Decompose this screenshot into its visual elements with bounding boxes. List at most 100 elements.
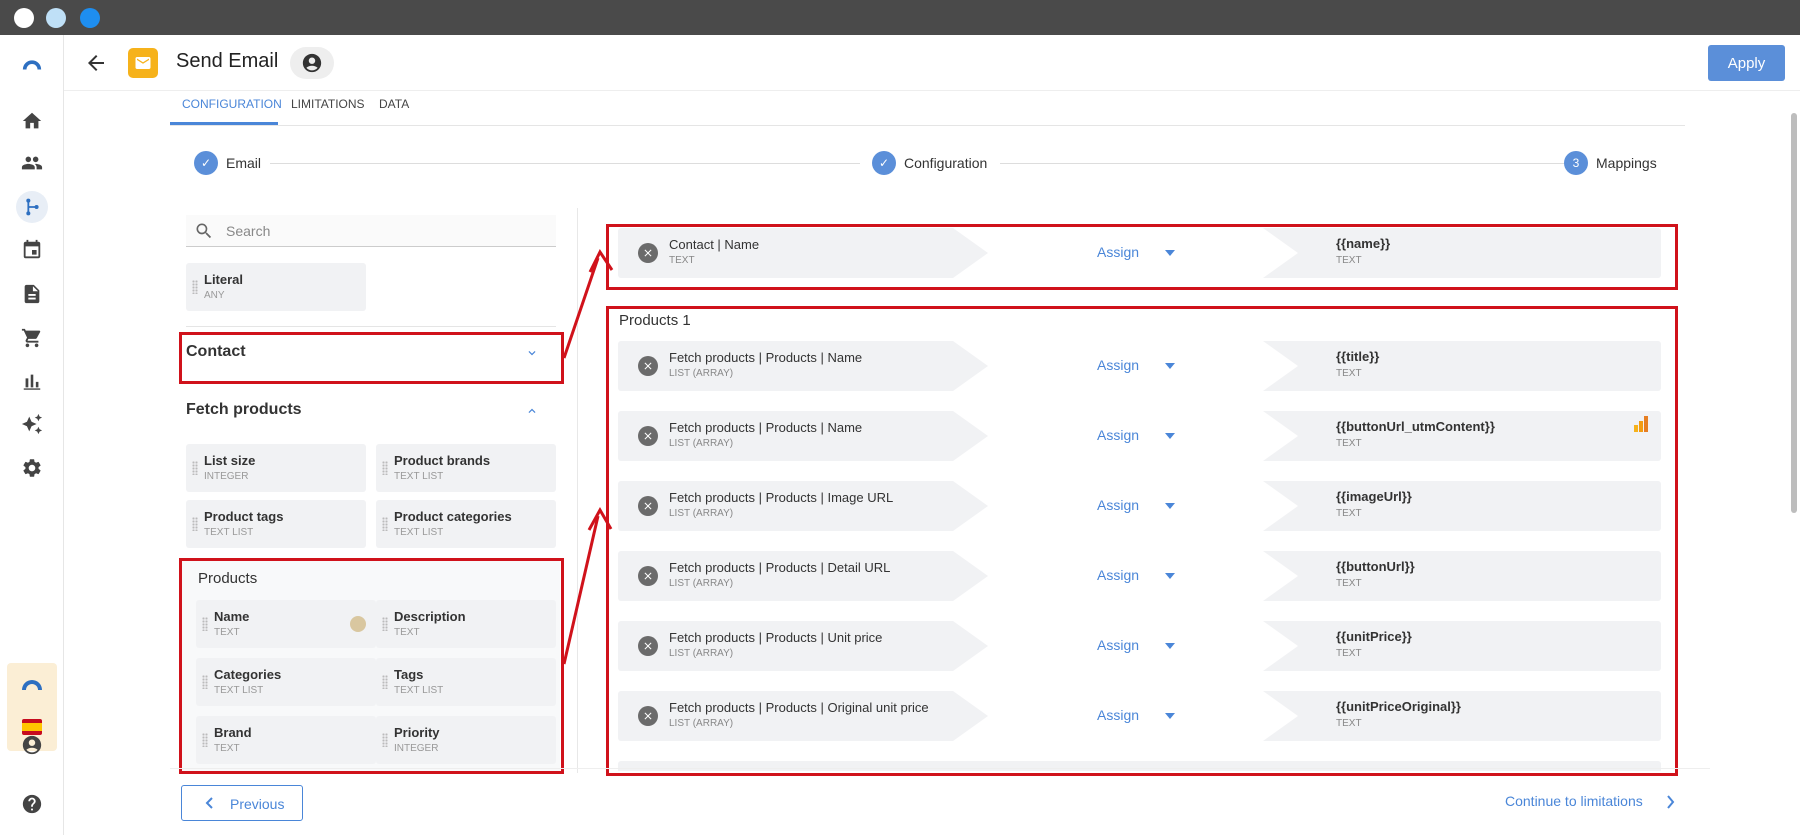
section-fetch-products[interactable]: Fetch products	[186, 401, 302, 419]
assign-dropdown[interactable]: Assign	[1097, 637, 1139, 653]
previous-button[interactable]: Previous	[181, 785, 303, 821]
analytics-bars-icon	[1634, 416, 1648, 432]
assign-caret-icon[interactable]	[1165, 713, 1175, 719]
source-chip-description[interactable]: Description TEXT	[376, 600, 556, 648]
remove-mapping-icon[interactable]	[638, 496, 658, 516]
mapping-row-contact-name[interactable]: Contact | Name TEXT Assign {{name}} TEXT	[618, 228, 1661, 278]
assign-dropdown[interactable]: Assign	[1097, 427, 1139, 443]
source-chip-product-brands[interactable]: Product brands TEXT LIST	[376, 444, 556, 492]
chip-type: TEXT LIST	[204, 527, 254, 538]
drag-handle-icon[interactable]	[382, 675, 388, 689]
chip-name: Literal	[204, 272, 244, 287]
remove-mapping-icon[interactable]	[638, 426, 658, 446]
remove-mapping-icon[interactable]	[638, 356, 658, 376]
cart-icon[interactable]	[16, 322, 48, 354]
chevron-up-icon[interactable]	[525, 404, 539, 418]
mapping-target-type: TEXT	[1336, 255, 1362, 266]
source-chip-priority[interactable]: Priority INTEGER	[376, 716, 556, 764]
source-chip-product-tags[interactable]: Product tags TEXT LIST	[186, 500, 366, 548]
source-chip-categories[interactable]: Categories TEXT LIST	[196, 658, 376, 706]
assign-caret-icon[interactable]	[1165, 643, 1175, 649]
window-maximize-dot[interactable]	[80, 8, 100, 28]
window-titlebar	[0, 0, 1800, 35]
assign-caret-icon[interactable]	[1165, 250, 1175, 256]
mapping-row[interactable]: Fetch products | Products | Unit price L…	[618, 621, 1661, 671]
step-mappings-number[interactable]: 3	[1564, 151, 1588, 175]
chevron-down-icon[interactable]	[525, 346, 539, 360]
mapping-row[interactable]: Fetch products | Products | Name LIST (A…	[618, 341, 1661, 391]
step-mappings-label[interactable]: Mappings	[1596, 155, 1657, 171]
mapping-row[interactable]: Fetch products | Products | Image URL LI…	[618, 481, 1661, 531]
source-chip-literal[interactable]: Literal ANY	[186, 263, 366, 311]
tab-limitations[interactable]: LIMITATIONS	[291, 97, 365, 111]
remove-mapping-icon[interactable]	[638, 636, 658, 656]
drag-handle-icon[interactable]	[202, 675, 208, 689]
mapping-row-partial	[618, 761, 1661, 771]
drag-handle-icon[interactable]	[382, 461, 388, 475]
account-icon[interactable]	[16, 729, 48, 761]
tab-data[interactable]: DATA	[379, 97, 409, 111]
stepper: ✓ Email ✓ Configuration 3 Mappings	[190, 150, 1660, 176]
document-icon[interactable]	[16, 278, 48, 310]
workflow-icon[interactable]	[16, 191, 48, 223]
drag-handle-icon[interactable]	[192, 461, 198, 475]
search-input[interactable]	[226, 219, 546, 243]
continue-link[interactable]: Continue to limitations	[1505, 793, 1643, 809]
source-chip-brand[interactable]: Brand TEXT	[196, 716, 376, 764]
apply-button[interactable]: Apply	[1708, 45, 1785, 81]
source-chip-product-categories[interactable]: Product categories TEXT LIST	[376, 500, 556, 548]
back-arrow-icon[interactable]	[84, 51, 108, 75]
drag-handle-icon[interactable]	[202, 733, 208, 747]
window-minimize-dot[interactable]	[46, 8, 66, 28]
assign-dropdown[interactable]: Assign	[1097, 497, 1139, 513]
assign-caret-icon[interactable]	[1165, 573, 1175, 579]
source-chip-list-size[interactable]: List size INTEGER	[186, 444, 366, 492]
assign-dropdown[interactable]: Assign	[1097, 357, 1139, 373]
assign-dropdown[interactable]: Assign	[1097, 707, 1139, 723]
logo-icon[interactable]	[16, 48, 48, 80]
assign-caret-icon[interactable]	[1165, 363, 1175, 369]
step-configuration-label[interactable]: Configuration	[904, 155, 987, 171]
chip-name: Product tags	[204, 509, 284, 524]
vertical-scrollbar[interactable]	[1791, 113, 1797, 513]
chevron-right-icon[interactable]	[1664, 795, 1676, 809]
assign-dropdown[interactable]: Assign	[1097, 567, 1139, 583]
sparkle-icon[interactable]	[16, 408, 48, 440]
window-close-dot[interactable]	[14, 8, 34, 28]
mapping-row[interactable]: Fetch products | Products | Name LIST (A…	[618, 411, 1661, 461]
drag-handle-icon[interactable]	[382, 733, 388, 747]
mapping-target: {{unitPrice}}	[1336, 629, 1412, 644]
remove-mapping-icon[interactable]	[638, 243, 658, 263]
assign-caret-icon[interactable]	[1165, 503, 1175, 509]
mapping-row[interactable]: Fetch products | Products | Original uni…	[618, 691, 1661, 741]
drag-handle-icon[interactable]	[382, 617, 388, 631]
top-bar: Send Email Apply	[64, 35, 1800, 91]
help-icon[interactable]	[16, 788, 48, 820]
home-icon[interactable]	[16, 105, 48, 137]
remove-mapping-icon[interactable]	[638, 706, 658, 726]
assign-caret-icon[interactable]	[1165, 433, 1175, 439]
section-divider	[186, 326, 556, 327]
step-email-check-icon[interactable]: ✓	[194, 151, 218, 175]
chip-type: TEXT LIST	[214, 685, 264, 696]
people-icon[interactable]	[16, 147, 48, 179]
source-chip-tags[interactable]: Tags TEXT LIST	[376, 658, 556, 706]
remove-mapping-icon[interactable]	[638, 566, 658, 586]
search-icon	[196, 223, 212, 239]
search-field[interactable]	[186, 215, 556, 247]
source-chip-name[interactable]: Name TEXT	[196, 600, 376, 648]
step-configuration-check-icon[interactable]: ✓	[872, 151, 896, 175]
bar-chart-icon[interactable]	[16, 365, 48, 397]
section-contact[interactable]: Contact	[186, 343, 246, 361]
drag-handle-icon[interactable]	[382, 517, 388, 531]
tab-configuration[interactable]: CONFIGURATION	[182, 97, 282, 111]
settings-gear-icon[interactable]	[16, 452, 48, 484]
calendar-icon[interactable]	[16, 234, 48, 266]
drag-handle-icon[interactable]	[192, 517, 198, 531]
drag-handle-icon[interactable]	[192, 280, 198, 294]
step-email-label[interactable]: Email	[226, 155, 261, 171]
assign-dropdown[interactable]: Assign	[1097, 244, 1139, 260]
drag-handle-icon[interactable]	[202, 617, 208, 631]
mapping-row[interactable]: Fetch products | Products | Detail URL L…	[618, 551, 1661, 601]
owner-avatar[interactable]	[290, 47, 334, 79]
